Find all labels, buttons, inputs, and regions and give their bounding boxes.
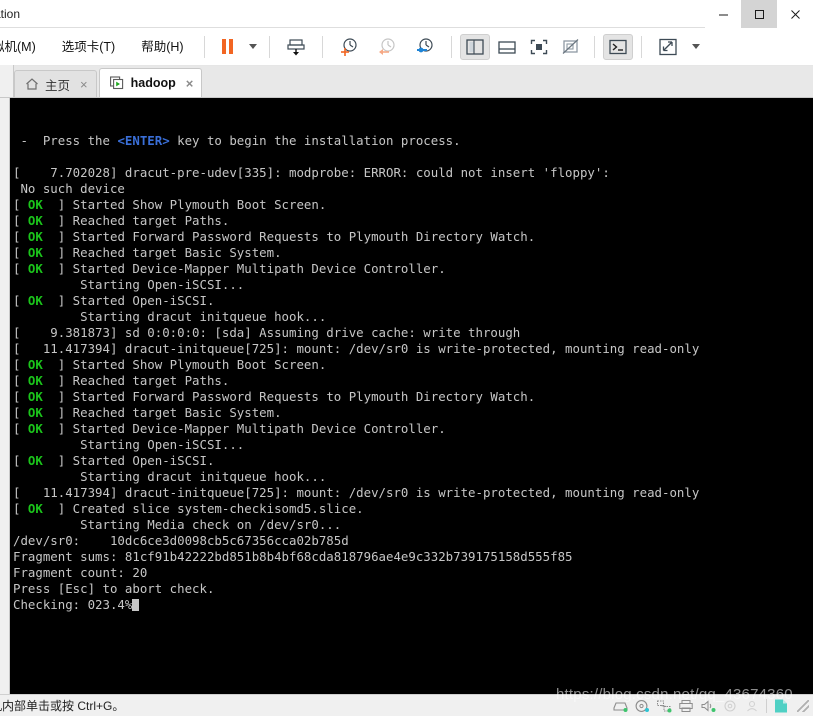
expand-diagonal-icon	[658, 38, 677, 55]
unity-mode-button[interactable]	[556, 34, 586, 60]
cd-dvd-status-icon[interactable]	[634, 698, 650, 714]
menu-item-tabs[interactable]: 选项卡(T)	[49, 28, 128, 65]
restore-button[interactable]	[741, 0, 777, 28]
status-device-icons	[612, 695, 809, 716]
console-view-button[interactable]	[602, 33, 633, 60]
boot-console-output: - Press the <ENTER> key to begin the ins…	[13, 133, 700, 612]
pause-button[interactable]	[213, 34, 243, 60]
toolbar-separator	[203, 35, 205, 58]
status-hint-text: 机内部单击或按 Ctrl+G。	[0, 699, 125, 713]
window-title: ation	[0, 6, 21, 21]
show-thumbnail-bar-button[interactable]	[492, 34, 522, 60]
close-button[interactable]	[777, 0, 813, 28]
toolbar-separator	[593, 35, 595, 58]
stretch-guest-button[interactable]	[650, 34, 686, 60]
viewport-left-stub	[0, 98, 10, 694]
guest-screen[interactable]: - Press the <ENTER> key to begin the ins…	[10, 98, 813, 694]
toolbar-separator	[640, 35, 642, 58]
hard-disk-status-icon[interactable]	[612, 698, 628, 714]
tab-home-close-icon[interactable]: ×	[80, 77, 88, 92]
message-log-status-icon[interactable]	[773, 698, 789, 714]
fullscreen-icon	[530, 39, 547, 54]
menu-item-help[interactable]: 帮助(H)	[128, 28, 196, 65]
chevron-down-icon	[248, 44, 257, 49]
status-divider	[766, 699, 767, 713]
tab-hadoop[interactable]: hadoop ×	[98, 68, 203, 97]
toolbar-separator	[321, 35, 323, 58]
tab-strip: 主页 × hadoop ×	[0, 65, 813, 98]
tab-hadoop-label: hadoop	[130, 76, 176, 90]
send-key-icon	[286, 38, 305, 55]
unity-mode-disabled-icon	[562, 38, 578, 54]
printer-status-icon[interactable]	[678, 698, 694, 714]
toolbar-separator	[268, 35, 270, 58]
pause-icon	[222, 39, 234, 54]
home-icon	[25, 77, 39, 91]
send-ctrl-alt-del-button[interactable]	[278, 34, 314, 60]
show-library-button[interactable]	[459, 33, 490, 60]
snapshot-add-icon	[340, 37, 357, 56]
tab-hadoop-close-icon[interactable]: ×	[186, 76, 194, 91]
take-snapshot-button[interactable]	[331, 34, 367, 60]
snapshot-manager-button[interactable]	[407, 34, 443, 60]
usb-status-icon[interactable]	[722, 698, 738, 714]
window-controls	[705, 0, 813, 28]
tab-home[interactable]: 主页 ×	[14, 70, 97, 97]
shared-folders-status-icon[interactable]	[744, 698, 760, 714]
terminal-prompt-icon	[608, 39, 627, 54]
status-bar: 机内部单击或按 Ctrl+G。	[0, 694, 813, 716]
stretch-dropdown[interactable]	[687, 34, 705, 60]
fullscreen-button[interactable]	[524, 34, 554, 60]
toolbar-separator	[450, 35, 452, 58]
revert-snapshot-button[interactable]	[369, 34, 405, 60]
library-sidebar-stub	[0, 65, 14, 97]
resize-grip[interactable]	[797, 700, 809, 712]
snapshot-revert-icon	[378, 37, 395, 55]
title-bar: ation	[0, 0, 813, 28]
chevron-down-icon	[691, 44, 700, 49]
tab-home-label: 主页	[45, 78, 71, 93]
menu-toolbar-row: 拟机(M) 选项卡(T) 帮助(H)	[0, 28, 813, 66]
vm-viewport: - Press the <ENTER> key to begin the ins…	[0, 98, 813, 694]
network-adapter-status-icon[interactable]	[656, 698, 672, 714]
pause-dropdown[interactable]	[244, 34, 262, 60]
sidebar-panel-icon	[465, 38, 484, 55]
menu-item-virtual-machine[interactable]: 拟机(M)	[0, 28, 49, 65]
vmware-workstation-window: ation 拟机(M) 选项卡(T) 帮助(H)	[0, 0, 813, 716]
vm-play-icon	[109, 76, 125, 90]
minimize-button[interactable]	[705, 0, 741, 28]
sound-card-status-icon[interactable]	[700, 698, 716, 714]
snapshot-manage-icon	[416, 37, 433, 52]
bottom-panel-icon	[497, 40, 516, 54]
